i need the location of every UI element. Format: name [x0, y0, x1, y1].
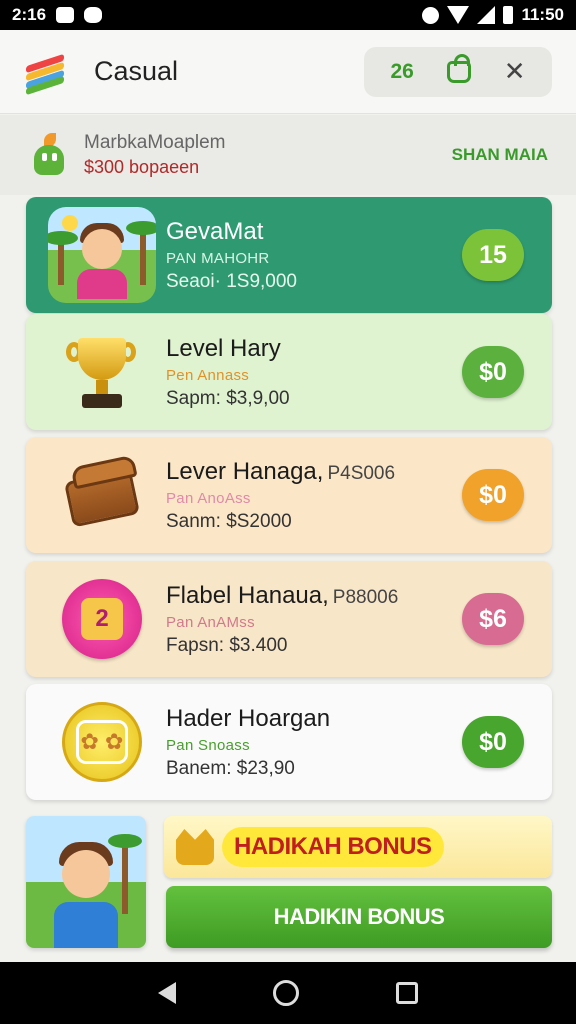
- item-subtitle: Pan Snoass: [166, 736, 250, 754]
- promo-subtitle: $300 bopaeen: [84, 157, 200, 177]
- cart-count[interactable]: 26: [390, 60, 413, 84]
- signal-icon: [477, 6, 496, 24]
- bonus-button[interactable]: HADIKIN BONUS: [166, 886, 552, 948]
- bonus-banner[interactable]: HADIKAH BONUS: [164, 816, 552, 878]
- status-time-left: 2:16: [12, 5, 47, 24]
- battery-icon: [503, 6, 514, 24]
- crown-icon: [176, 829, 214, 865]
- item-badge[interactable]: $6: [462, 593, 524, 645]
- app-logo-icon: [24, 53, 66, 95]
- item-title: Flabel Hanaua, P88006: [166, 581, 399, 609]
- item-price: Fapsn: $3.400: [166, 634, 288, 656]
- item-title: Hader Hoargan: [166, 704, 331, 732]
- item-code: P4S006: [327, 462, 396, 484]
- item-price: Sapm: $3,9,00: [166, 387, 290, 409]
- trophy-icon: [48, 324, 156, 420]
- app-notification-icon: [84, 7, 103, 23]
- list-item[interactable]: Level Hary Pen Annass Sapm: $3,9,00 $0: [26, 314, 552, 430]
- treasure-chest-icon: [48, 447, 156, 543]
- item-subtitle: PAN MAHOHR: [166, 249, 270, 267]
- app-bar: Casual 26 ✕: [0, 30, 576, 114]
- promo-title: MarbkaMoaplem: [84, 132, 226, 153]
- item-price: Sanm: $S2000: [166, 510, 292, 532]
- close-icon[interactable]: ✕: [504, 56, 526, 87]
- number-badge-icon: 2: [48, 571, 156, 667]
- item-title: GevaMat: [166, 217, 264, 245]
- promo-strip[interactable]: MarbkaMoaplem $300 bopaeen SHAN MAIA: [0, 115, 576, 195]
- item-badge[interactable]: $0: [462, 346, 524, 398]
- shopping-bag-icon[interactable]: [446, 53, 471, 83]
- notification-icon: [56, 7, 75, 23]
- mascot-icon: [28, 133, 70, 177]
- item-badge[interactable]: $0: [462, 469, 524, 521]
- item-title: Lever Hanaga, P4S006: [166, 457, 396, 485]
- item-subtitle: Pen Annass: [166, 366, 250, 384]
- home-icon[interactable]: [272, 980, 299, 1006]
- status-time-right: 11:50: [521, 5, 564, 24]
- boy-avatar-icon: [48, 207, 156, 303]
- header-actions: 26 ✕: [364, 46, 552, 97]
- promo-link[interactable]: SHAN MAIA: [452, 145, 548, 165]
- list-item[interactable]: 2 Flabel Hanaua, P88006 Pan AnAMss Fapsn:…: [26, 561, 552, 677]
- gold-coin-icon: ✿ ✿: [48, 694, 156, 790]
- item-badge[interactable]: 15: [462, 229, 524, 281]
- item-badge[interactable]: $0: [462, 716, 524, 768]
- list-item[interactable]: GevaMat PAN MAHOHR Seaoi· 1S9,000 15: [26, 197, 552, 313]
- item-subtitle: Pan AnoAss: [166, 489, 251, 507]
- item-subtitle: Pan AnAMss: [166, 613, 255, 631]
- item-title: Level Hary: [166, 334, 281, 362]
- list-item[interactable]: ✿ ✿ Hader Hoargan Pan Snoass Banem: $23,…: [26, 684, 552, 800]
- item-price: Banem: $23,90: [166, 757, 295, 779]
- page-title: Casual: [94, 56, 179, 86]
- recent-apps-icon[interactable]: [395, 982, 418, 1004]
- wifi-icon: [447, 6, 470, 24]
- kid-avatar-icon: [26, 816, 146, 948]
- alarm-icon: [422, 6, 440, 24]
- status-bar: 2:16 11:50: [0, 0, 576, 30]
- list-item[interactable]: Lever Hanaga, P4S006 Pan AnoAss Sanm: $S2…: [26, 437, 552, 553]
- system-nav-bar: [0, 962, 576, 1024]
- bonus-banner-label: HADIKAH BONUS: [222, 827, 444, 867]
- back-icon[interactable]: [158, 982, 177, 1004]
- item-price: Seaoi· 1S9,000: [166, 270, 297, 292]
- item-code: P88006: [332, 586, 399, 608]
